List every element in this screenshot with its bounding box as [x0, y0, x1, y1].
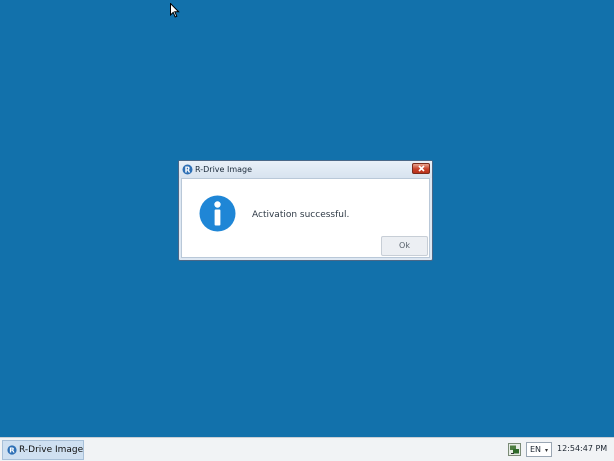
r-drive-icon: R [182, 164, 193, 175]
activation-dialog: R R-Drive Image Activation successful. O… [178, 160, 433, 261]
language-selector[interactable]: EN ▾ [526, 442, 552, 457]
desktop: R R-Drive Image Activation successful. O… [0, 0, 614, 437]
taskbar-item-r-drive-image[interactable]: R R-Drive Image [2, 440, 84, 460]
chevron-down-icon: ▾ [545, 447, 549, 454]
ok-button[interactable]: Ok [381, 236, 428, 256]
taskbar-clock[interactable]: 12:54:47 PM [557, 443, 607, 455]
close-icon [418, 165, 425, 172]
svg-text:R: R [9, 447, 15, 455]
dialog-title: R-Drive Image [195, 165, 253, 174]
dialog-body: Activation successful. Ok [181, 178, 430, 258]
mouse-pointer-icon [170, 3, 180, 18]
svg-text:R: R [185, 165, 191, 174]
dialog-message: Activation successful. [252, 210, 350, 220]
info-icon [199, 195, 236, 232]
taskbar: R R-Drive Image EN ▾ 12:54:47 PM [0, 437, 614, 461]
language-label: EN [530, 445, 542, 454]
network-icon[interactable] [508, 443, 521, 456]
r-drive-icon: R [7, 445, 17, 455]
taskbar-item-label: R-Drive Image [19, 445, 84, 455]
dialog-titlebar[interactable]: R R-Drive Image [179, 161, 432, 178]
close-button[interactable] [412, 163, 430, 174]
